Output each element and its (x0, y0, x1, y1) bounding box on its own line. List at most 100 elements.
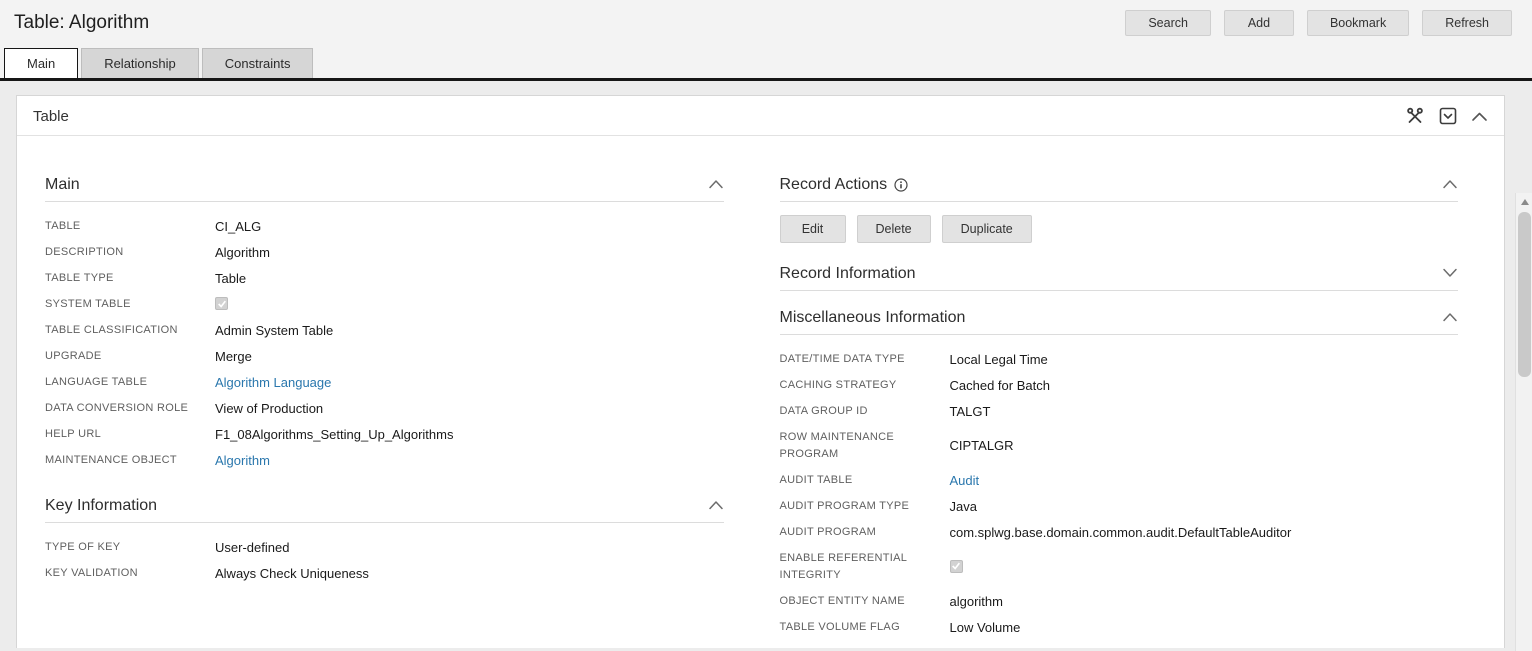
field-row: LANGUAGE TABLEAlgorithm Language (45, 369, 724, 395)
search-button[interactable]: Search (1125, 10, 1211, 36)
record-action-buttons: Edit Delete Duplicate (780, 215, 1459, 243)
scroll-up-button[interactable] (1516, 193, 1532, 210)
field-label: MAINTENANCE OBJECT (45, 452, 215, 469)
field-label: TABLE (45, 218, 215, 235)
field-row: MAINTENANCE OBJECTAlgorithm (45, 447, 724, 473)
section-record-actions-collapse-icon[interactable] (1442, 176, 1458, 194)
field-row: AUDIT PROGRAMcom.splwg.base.domain.commo… (780, 519, 1459, 545)
field-label: HELP URL (45, 426, 215, 443)
field-label: TABLE CLASSIFICATION (45, 322, 215, 339)
tab-constraints[interactable]: Constraints (202, 48, 314, 78)
duplicate-button[interactable]: Duplicate (942, 215, 1032, 243)
add-button[interactable]: Add (1224, 10, 1294, 36)
section-main: Main TABLECI_ALGDESCRIPTIONAlgorithmTABL… (45, 176, 724, 473)
field-value-link[interactable]: Algorithm Language (215, 375, 331, 390)
field-value: Audit (950, 473, 980, 488)
section-record-information-header: Record Information (780, 265, 1459, 291)
field-value (215, 297, 228, 312)
section-miscellaneous-information-header: Miscellaneous Information (780, 309, 1459, 335)
field-label: CACHING STRATEGY (780, 377, 950, 394)
field-value-link[interactable]: Algorithm (215, 453, 270, 468)
checkbox (950, 560, 963, 573)
section-miscellaneous-information-fields: DATE/TIME DATA TYPELocal Legal Time CACHI… (780, 346, 1459, 641)
section-key-information-fields: TYPE OF KEYUser-definedKEY VALIDATIONAlw… (45, 534, 724, 586)
section-record-information: Record Information (780, 265, 1459, 291)
field-label: DATA CONVERSION ROLE (45, 400, 215, 417)
bookmark-button[interactable]: Bookmark (1307, 10, 1409, 36)
refresh-button[interactable]: Refresh (1422, 10, 1512, 36)
field-label: UPGRADE (45, 348, 215, 365)
panel-body: Main TABLECI_ALGDESCRIPTIONAlgorithmTABL… (17, 136, 1504, 648)
section-record-information-title: Record Information (780, 265, 916, 283)
field-row: AUDIT TABLEAudit (780, 467, 1459, 493)
field-value: Java (950, 499, 977, 514)
checkbox (215, 297, 228, 310)
section-main-header: Main (45, 176, 724, 202)
edit-button[interactable]: Edit (780, 215, 846, 243)
field-label: TYPE OF KEY (45, 539, 215, 556)
tab-main[interactable]: Main (4, 48, 78, 78)
section-miscellaneous-information-collapse-icon[interactable] (1442, 309, 1458, 327)
delete-button[interactable]: Delete (857, 215, 931, 243)
field-value: F1_08Algorithms_Setting_Up_Algorithms (215, 427, 453, 442)
section-miscellaneous-information: Miscellaneous Information DATE/TIME DATA… (780, 309, 1459, 641)
table-panel: Table (16, 95, 1505, 648)
field-label: KEY VALIDATION (45, 565, 215, 582)
section-main-title: Main (45, 176, 80, 194)
page-title: Table: Algorithm (14, 12, 149, 34)
field-row: KEY VALIDATIONAlways Check Uniqueness (45, 561, 724, 587)
field-value: com.splwg.base.domain.common.audit.Defau… (950, 525, 1292, 540)
field-row: TABLECI_ALG (45, 213, 724, 239)
section-key-information: Key Information TYPE OF KEYUser-definedK… (45, 497, 724, 586)
field-value: algorithm (950, 594, 1003, 609)
field-value: TALGT (950, 404, 991, 419)
section-record-actions: Record Actions (780, 176, 1459, 243)
field-row: TABLE VOLUME FLAGLow Volume (780, 615, 1459, 641)
section-key-information-collapse-icon[interactable] (708, 497, 724, 515)
field-value: Low Volume (950, 620, 1021, 635)
vertical-scrollbar[interactable] (1515, 193, 1532, 651)
field-value: Algorithm Language (215, 375, 331, 390)
section-record-actions-title: Record Actions (780, 176, 909, 194)
field-row: ROW MAINTENANCE PROGRAMCIPTALGR (780, 424, 1459, 467)
field-value: Merge (215, 349, 252, 364)
field-row: UPGRADEMerge (45, 343, 724, 369)
field-label: TABLE TYPE (45, 270, 215, 287)
field-label: ROW MAINTENANCE PROGRAM (780, 429, 950, 463)
scrollbar-thumb[interactable] (1518, 212, 1531, 377)
section-key-information-header: Key Information (45, 497, 724, 523)
field-value: Always Check Uniqueness (215, 566, 369, 581)
field-label: SYSTEM TABLE (45, 296, 215, 313)
field-label: ENABLE REFERENTIAL INTEGRITY (780, 550, 950, 584)
field-row: TABLE TYPETable (45, 265, 724, 291)
field-row: DATA GROUP IDTALGT (780, 398, 1459, 424)
field-row: DATE/TIME DATA TYPELocal Legal Time (780, 346, 1459, 372)
field-label: OBJECT ENTITY NAME (780, 593, 950, 610)
field-label: TABLE VOLUME FLAG (780, 619, 950, 636)
field-row: TABLE CLASSIFICATIONAdmin System Table (45, 317, 724, 343)
section-record-actions-label: Record Actions (780, 176, 888, 194)
collapse-panel-icon[interactable] (1471, 111, 1488, 122)
tab-relationship[interactable]: Relationship (81, 48, 199, 78)
field-value: Admin System Table (215, 323, 333, 338)
section-main-collapse-icon[interactable] (708, 176, 724, 194)
panel-icons (1405, 106, 1488, 126)
field-row: HELP URLF1_08Algorithms_Setting_Up_Algor… (45, 421, 724, 447)
field-row: SYSTEM TABLE (45, 291, 724, 317)
scroll-up-arrow-icon (1521, 199, 1529, 205)
section-record-information-expand-icon[interactable] (1442, 265, 1458, 283)
left-column: Main TABLECI_ALGDESCRIPTIONAlgorithmTABL… (45, 176, 724, 648)
field-label: LANGUAGE TABLE (45, 374, 215, 391)
field-value: Algorithm (215, 245, 270, 260)
table-panel-title: Table (33, 108, 69, 125)
section-main-fields: TABLECI_ALGDESCRIPTIONAlgorithmTABLE TYP… (45, 213, 724, 473)
field-label: AUDIT TABLE (780, 472, 950, 489)
info-icon[interactable] (894, 178, 908, 192)
field-value-link[interactable]: Audit (950, 473, 980, 488)
tools-icon[interactable] (1405, 106, 1425, 126)
field-value: View of Production (215, 401, 323, 416)
section-miscellaneous-information-title: Miscellaneous Information (780, 309, 966, 327)
menu-icon[interactable] (1439, 107, 1457, 125)
tab-bar: Main Relationship Constraints (0, 45, 1532, 81)
top-header: Table: Algorithm Search Add Bookmark Ref… (0, 0, 1532, 45)
